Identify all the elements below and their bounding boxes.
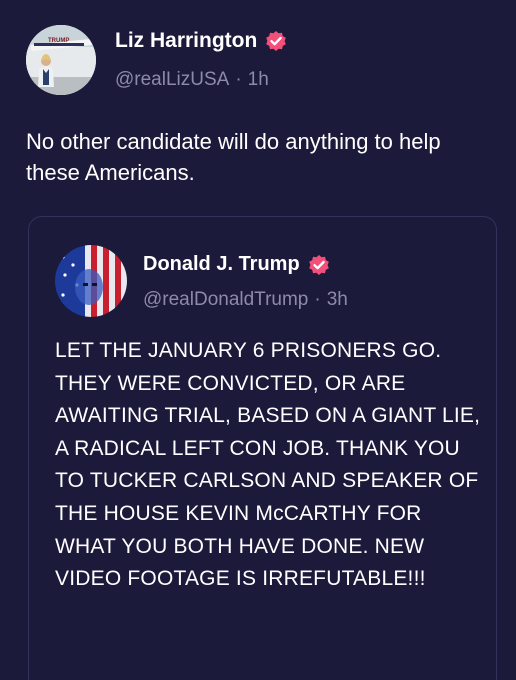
verified-badge-icon bbox=[265, 30, 287, 52]
quoted-post-text: LET THE JANUARY 6 PRISONERS GO. THEY WER… bbox=[55, 339, 481, 591]
quoted-post-card[interactable]: Donald J. Trump @realDonaldTrump · 3h LET … bbox=[28, 216, 497, 680]
author-meta: @realLizUSA · 1h bbox=[115, 69, 269, 91]
post-text: No other candidate will do anything to h… bbox=[26, 129, 441, 185]
post-time[interactable]: 1h bbox=[248, 69, 269, 90]
author-name[interactable]: Liz Harrington bbox=[115, 29, 257, 53]
quoted-author-name[interactable]: Donald J. Trump bbox=[143, 253, 300, 276]
author-avatar-image: TRUMP bbox=[26, 25, 96, 95]
author-avatar[interactable]: TRUMP bbox=[26, 25, 96, 95]
author-handle[interactable]: @realLizUSA bbox=[115, 69, 229, 90]
meta-separator: · bbox=[235, 69, 242, 90]
quoted-author-meta: @realDonaldTrump · 3h bbox=[143, 289, 348, 311]
author-name-row: Liz Harrington bbox=[115, 29, 287, 53]
quoted-author-avatar-image bbox=[55, 245, 127, 317]
quoted-author-handle[interactable]: @realDonaldTrump bbox=[143, 289, 308, 310]
verified-badge-icon bbox=[308, 254, 330, 276]
quoted-meta-separator: · bbox=[314, 289, 321, 310]
quoted-post-time[interactable]: 3h bbox=[327, 289, 348, 310]
quoted-author-avatar[interactable] bbox=[55, 245, 127, 317]
avatar-banner-text: TRUMP bbox=[48, 38, 69, 44]
quoted-author-name-row: Donald J. Trump bbox=[143, 253, 330, 276]
post: TRUMP Liz Harrington @realLizUSA · 1h No o… bbox=[0, 0, 516, 680]
